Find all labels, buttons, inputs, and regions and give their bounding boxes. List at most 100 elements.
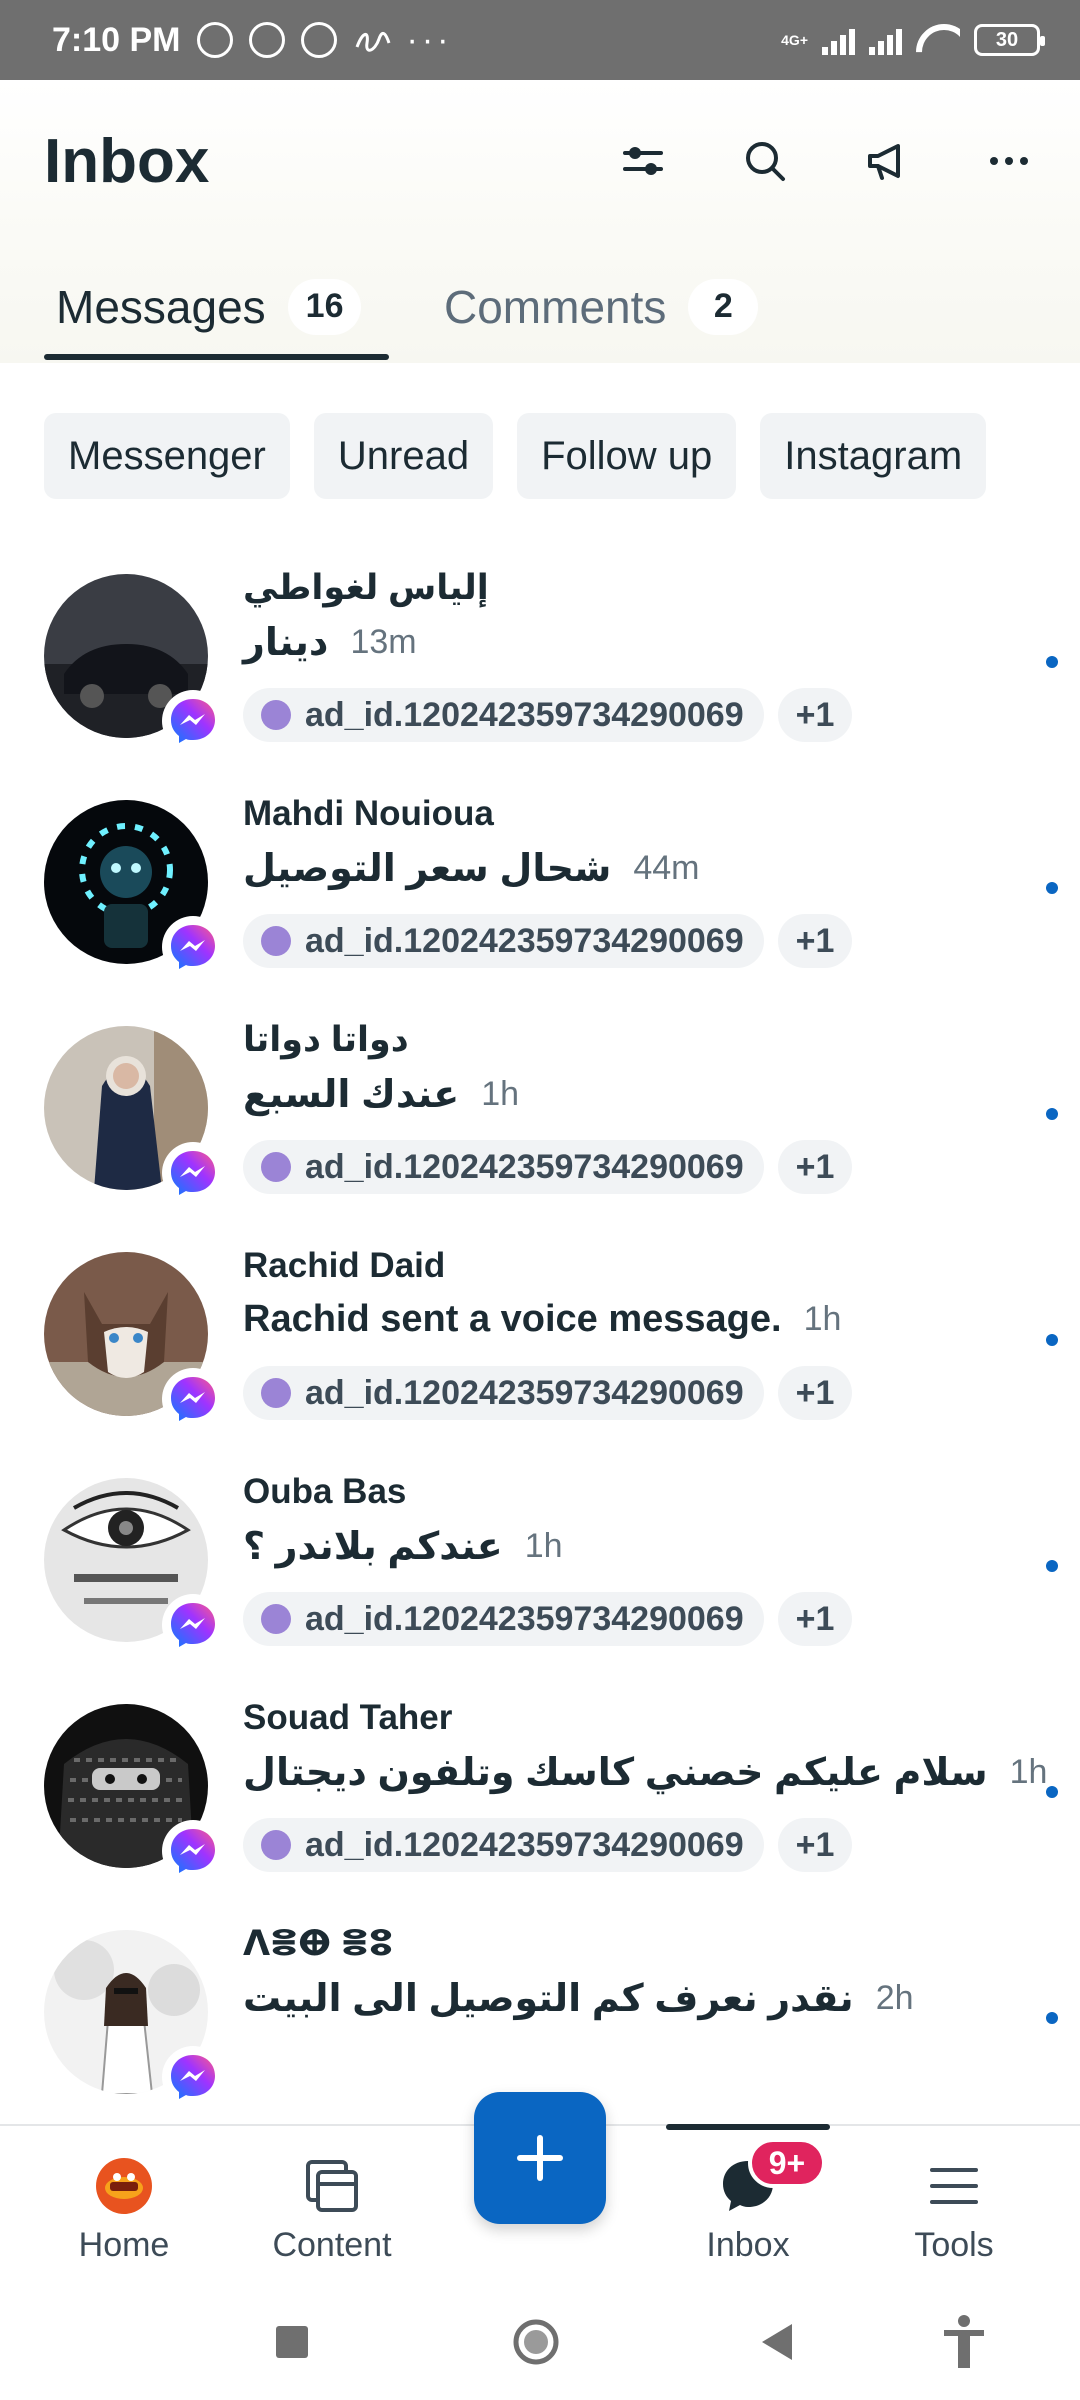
messenger-icon <box>171 699 215 743</box>
unread-indicator <box>1046 882 1058 894</box>
unread-indicator <box>1046 1560 1058 1572</box>
home-system-button[interactable] <box>506 2312 566 2372</box>
conversation-name: Ouba Bas <box>243 1472 407 1511</box>
message-preview: عندك السبع <box>243 1074 460 1116</box>
nav-home-label: Home <box>78 2226 170 2264</box>
conversation-name: Mahdi Nouioua <box>243 794 494 833</box>
filter-chip-messenger[interactable]: Messenger <box>44 413 290 499</box>
page-title: Inbox <box>44 127 210 196</box>
label-color-dot <box>261 1604 291 1634</box>
filter-chip-instagram[interactable]: Instagram <box>760 413 987 499</box>
unread-indicator <box>1046 1786 1058 1798</box>
search-button[interactable] <box>724 130 806 192</box>
network-type-label: 4G+ <box>781 32 808 48</box>
messenger-badge <box>162 2046 224 2108</box>
unread-indicator <box>1046 2012 1058 2024</box>
message-time: 1h <box>803 1300 842 1338</box>
nav-tools-label: Tools <box>914 2226 994 2264</box>
nav-home[interactable]: Home <box>34 2126 214 2286</box>
wifi-icon <box>916 24 960 56</box>
plus-icon <box>517 2135 563 2181</box>
tab-comments[interactable]: Comments 2 <box>444 250 759 363</box>
nav-content-label: Content <box>272 2226 392 2264</box>
more-labels-tag[interactable]: +1 <box>777 1592 853 1646</box>
messenger-icon <box>171 1603 215 1647</box>
filter-chip-unread[interactable]: Unread <box>313 413 494 499</box>
ad-label-tag[interactable]: ad_id.120242359734290069 <box>243 1366 764 1420</box>
megaphone-icon <box>868 144 900 180</box>
message-time: 1h <box>524 1527 563 1565</box>
messenger-notification-icon <box>300 22 337 58</box>
messenger-icon <box>171 1377 215 1421</box>
conversation-row[interactable]: Souad Taher سلام عليكم خصني كاسك وتلفون … <box>0 1690 1080 1916</box>
alarm-icon <box>196 22 233 58</box>
ad-label-tag[interactable]: ad_id.120242359734290069 <box>243 688 764 742</box>
conversation-labels: ad_id.120242359734290069 +1 <box>243 1592 853 1646</box>
whatsapp-icon <box>248 22 285 58</box>
filter-chip-follow-up[interactable]: Follow up <box>517 413 737 499</box>
status-bar: 7:10 PM ··· 4G+ 30 <box>0 0 1080 80</box>
conversation-preview-line: عندك السبع 1h <box>243 1072 519 1117</box>
label-color-dot <box>261 1152 291 1182</box>
nav-inbox-label: Inbox <box>706 2226 790 2264</box>
more-labels-tag[interactable]: +1 <box>777 1366 853 1420</box>
message-preview: عندكم بلاندر ؟ <box>243 1526 503 1568</box>
more-labels-tag[interactable]: +1 <box>777 1140 853 1194</box>
message-preview: نقدر نعرف كم التوصيل الى البيت <box>243 1978 854 2020</box>
message-preview: دينار <box>243 622 329 664</box>
back-triangle-icon <box>762 2324 792 2360</box>
messenger-icon <box>171 925 215 969</box>
tab-comments-count: 2 <box>688 278 759 335</box>
more-options-button[interactable] <box>968 130 1050 192</box>
ad-label-text: ad_id.120242359734290069 <box>305 1373 744 1412</box>
ad-label-tag[interactable]: ad_id.120242359734290069 <box>243 914 764 968</box>
ad-label-tag[interactable]: ad_id.120242359734290069 <box>243 1140 764 1194</box>
menu-icon <box>928 2154 980 2218</box>
back-button[interactable] <box>746 2312 806 2372</box>
signal-icon <box>822 25 855 55</box>
ad-label-tag[interactable]: ad_id.120242359734290069 <box>243 1818 764 1872</box>
nav-tools[interactable]: Tools <box>864 2126 1044 2286</box>
conversation-row[interactable]: Mahdi Nouioua شحال سعر التوصيل 44m ad_id… <box>0 786 1080 1012</box>
accessibility-button[interactable] <box>934 2312 994 2372</box>
messenger-badge <box>162 690 224 752</box>
tab-messages[interactable]: Messages 16 <box>56 250 362 363</box>
nav-inbox[interactable]: 9+ Inbox <box>658 2126 838 2286</box>
home-avatar-icon <box>95 2154 153 2218</box>
content-icon <box>304 2154 360 2218</box>
messenger-badge <box>162 1594 224 1656</box>
status-time: 7:10 PM <box>52 20 181 59</box>
nav-content[interactable]: Content <box>242 2126 422 2286</box>
conversation-labels: ad_id.120242359734290069 +1 <box>243 688 853 742</box>
message-preview: Rachid sent a voice message. <box>243 1298 782 1340</box>
conversation-name: Rachid Daid <box>243 1246 446 1285</box>
conversation-labels: ad_id.120242359734290069 +1 <box>243 1818 853 1872</box>
status-notification-icons <box>196 22 393 58</box>
message-preview: شحال سعر التوصيل <box>243 848 612 890</box>
more-labels-tag[interactable]: +1 <box>777 688 853 742</box>
promote-button[interactable] <box>846 130 928 192</box>
ad-label-text: ad_id.120242359734290069 <box>305 1147 744 1186</box>
more-labels-tag[interactable]: +1 <box>777 1818 853 1872</box>
message-preview: سلام عليكم خصني كاسك وتلفون ديجتال <box>243 1752 988 1794</box>
recent-apps-button[interactable] <box>262 2312 322 2372</box>
conversation-row[interactable]: إلياس لغواطي دينار 13m ad_id.12024235973… <box>0 560 1080 786</box>
message-time: 44m <box>633 849 700 887</box>
tab-comments-label: Comments <box>444 280 667 333</box>
filter-button[interactable] <box>602 130 684 192</box>
signature-icon <box>355 31 390 52</box>
conversation-preview-line: دينار 13m <box>243 620 417 665</box>
conversation-row[interactable]: Rachid Daid Rachid sent a voice message.… <box>0 1238 1080 1464</box>
more-labels-tag[interactable]: +1 <box>777 914 853 968</box>
inbox-tabs: Messages 16 Comments 2 <box>0 250 1080 363</box>
ad-label-tag[interactable]: ad_id.120242359734290069 <box>243 1592 764 1646</box>
conversation-preview-line: سلام عليكم خصني كاسك وتلفون ديجتال 1h <box>243 1750 1047 1795</box>
create-button[interactable] <box>474 2092 606 2224</box>
conversation-row[interactable]: Ouba Bas عندكم بلاندر ؟ 1h ad_id.1202423… <box>0 1464 1080 1690</box>
conversation-preview-line: شحال سعر التوصيل 44m <box>243 846 700 891</box>
header-actions <box>602 130 1050 192</box>
unread-indicator <box>1046 656 1058 668</box>
conversation-row[interactable]: دواتا دواتا عندك السبع 1h ad_id.12024235… <box>0 1012 1080 1238</box>
ad-label-text: ad_id.120242359734290069 <box>305 921 744 960</box>
conversation-name: ⴷⴻⴲ ⴻⵓ <box>243 1924 394 1963</box>
